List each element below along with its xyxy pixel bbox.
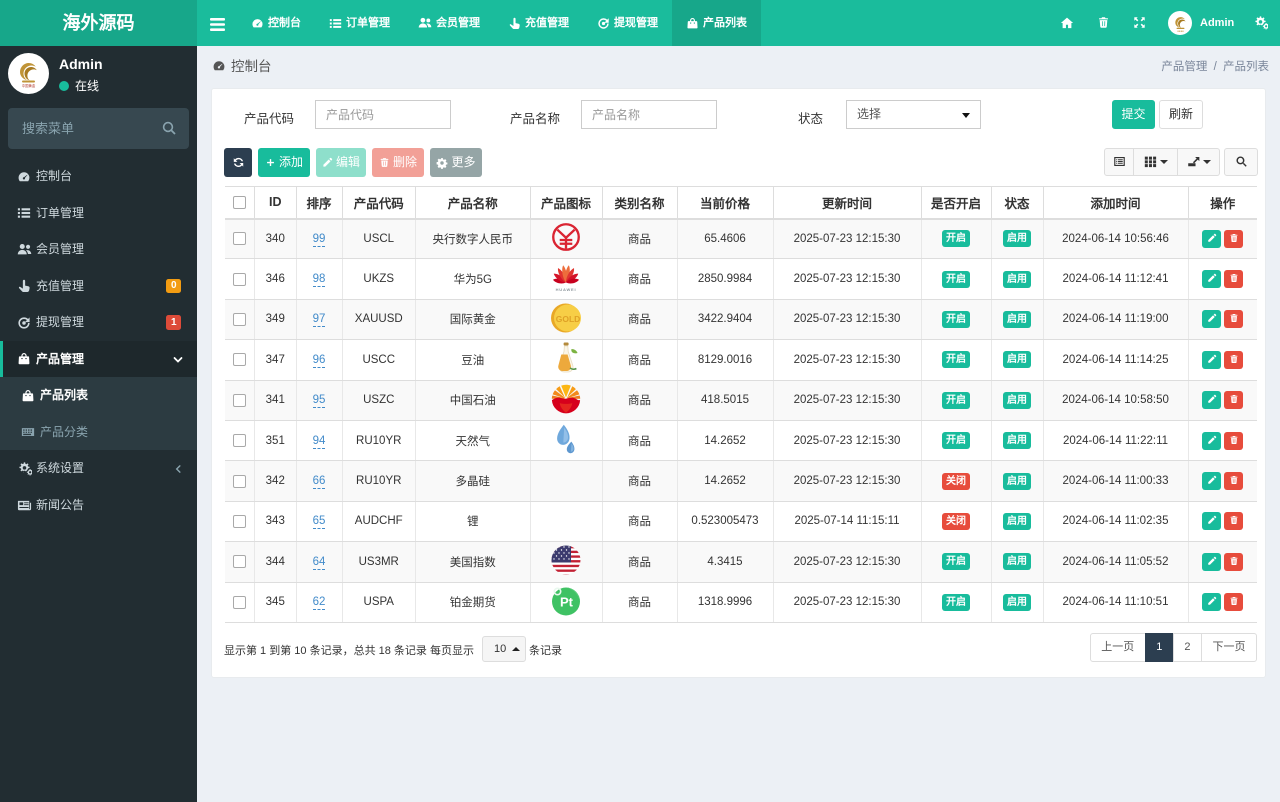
svg-text:中国黄金: 中国黄金 <box>22 83 36 88</box>
svg-text:GOLD: GOLD <box>555 314 580 324</box>
svg-text:Pt: Pt <box>560 594 574 609</box>
svg-text:●●●●: ●●●● <box>1177 30 1184 33</box>
svg-text:HUAWEI: HUAWEI <box>556 287 577 292</box>
